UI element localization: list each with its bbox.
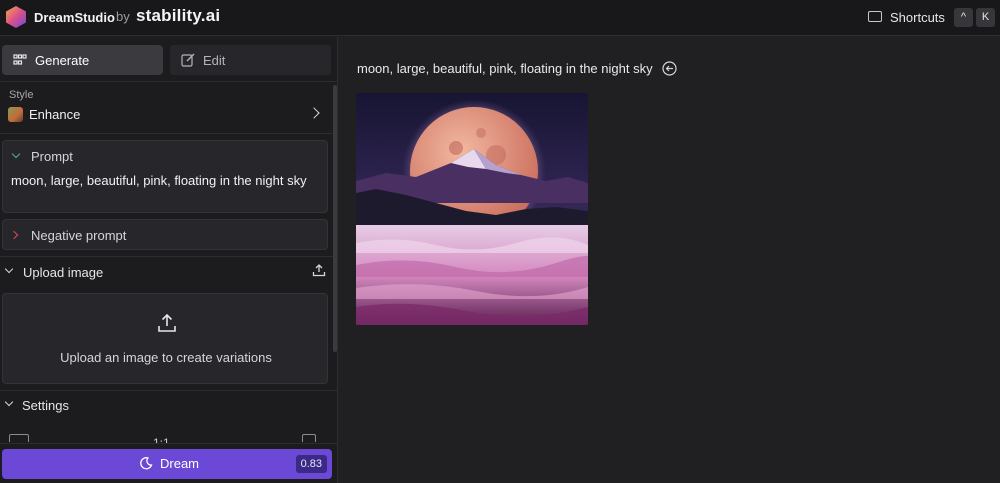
app-by: by <box>116 9 130 24</box>
dream-button[interactable]: Dream 0.83 <box>2 449 332 479</box>
upload-image-label[interactable]: Upload image <box>23 265 103 280</box>
shortcut-key-k: K <box>976 8 995 27</box>
divider <box>0 81 338 82</box>
tab-edit-label: Edit <box>203 52 226 68</box>
chevron-down-icon[interactable] <box>4 397 14 407</box>
sidebar: Generate Edit Style Enhance Prompt moon,… <box>0 37 338 483</box>
chevron-down-icon[interactable] <box>11 149 21 159</box>
chevron-down-icon[interactable] <box>4 264 14 274</box>
tab-generate[interactable]: Generate <box>2 45 163 75</box>
grid-icon <box>13 54 27 65</box>
negative-prompt-label[interactable]: Negative prompt <box>31 228 126 243</box>
prompt-input[interactable]: moon, large, beautiful, pink, floating i… <box>11 173 307 188</box>
divider <box>0 133 338 134</box>
upload-dropzone[interactable]: Upload an image to create variations <box>2 293 328 384</box>
arrow-left-circle-icon[interactable] <box>662 61 677 76</box>
company-logo[interactable]: stability.ai <box>136 6 220 26</box>
dream-button-label: Dream <box>160 456 200 471</box>
keyboard-icon[interactable] <box>868 11 882 22</box>
edit-icon <box>181 53 195 67</box>
style-thumbnail <box>8 107 23 122</box>
upload-dropzone-text: Upload an image to create variations <box>60 350 272 365</box>
dream-bar: Dream 0.83 <box>0 443 337 483</box>
chevron-right-icon[interactable] <box>308 107 320 119</box>
tab-edit[interactable]: Edit <box>170 45 331 75</box>
prompt-panel: Prompt moon, large, beautiful, pink, flo… <box>2 140 328 213</box>
chevron-right-icon[interactable] <box>9 230 19 240</box>
upload-icon[interactable] <box>312 263 326 277</box>
aspect-portrait-icon[interactable] <box>302 434 316 442</box>
negative-prompt-panel[interactable]: Negative prompt <box>2 219 328 250</box>
app-name: DreamStudio <box>34 10 115 25</box>
generation-prompt-heading: moon, large, beautiful, pink, floating i… <box>357 61 653 76</box>
generated-image[interactable] <box>356 93 588 325</box>
tab-generate-label: Generate <box>35 52 90 68</box>
credit-cost-badge: 0.83 <box>295 455 327 473</box>
style-value[interactable]: Enhance <box>29 107 80 122</box>
top-bar: DreamStudio by stability.ai Shortcuts ^ … <box>0 0 1000 36</box>
divider <box>0 390 338 391</box>
divider <box>0 256 338 257</box>
style-label: Style <box>9 89 34 101</box>
aspect-landscape-icon[interactable] <box>9 434 29 442</box>
settings-label[interactable]: Settings <box>22 398 69 413</box>
upload-icon <box>158 313 176 332</box>
sidebar-scrollbar[interactable] <box>333 85 337 352</box>
shortcuts-button[interactable]: Shortcuts <box>890 10 945 25</box>
moon-icon <box>140 457 153 470</box>
prompt-label[interactable]: Prompt <box>31 149 73 164</box>
shortcut-key-ctrl: ^ <box>954 8 973 27</box>
dreamstudio-logo-icon <box>6 6 26 28</box>
